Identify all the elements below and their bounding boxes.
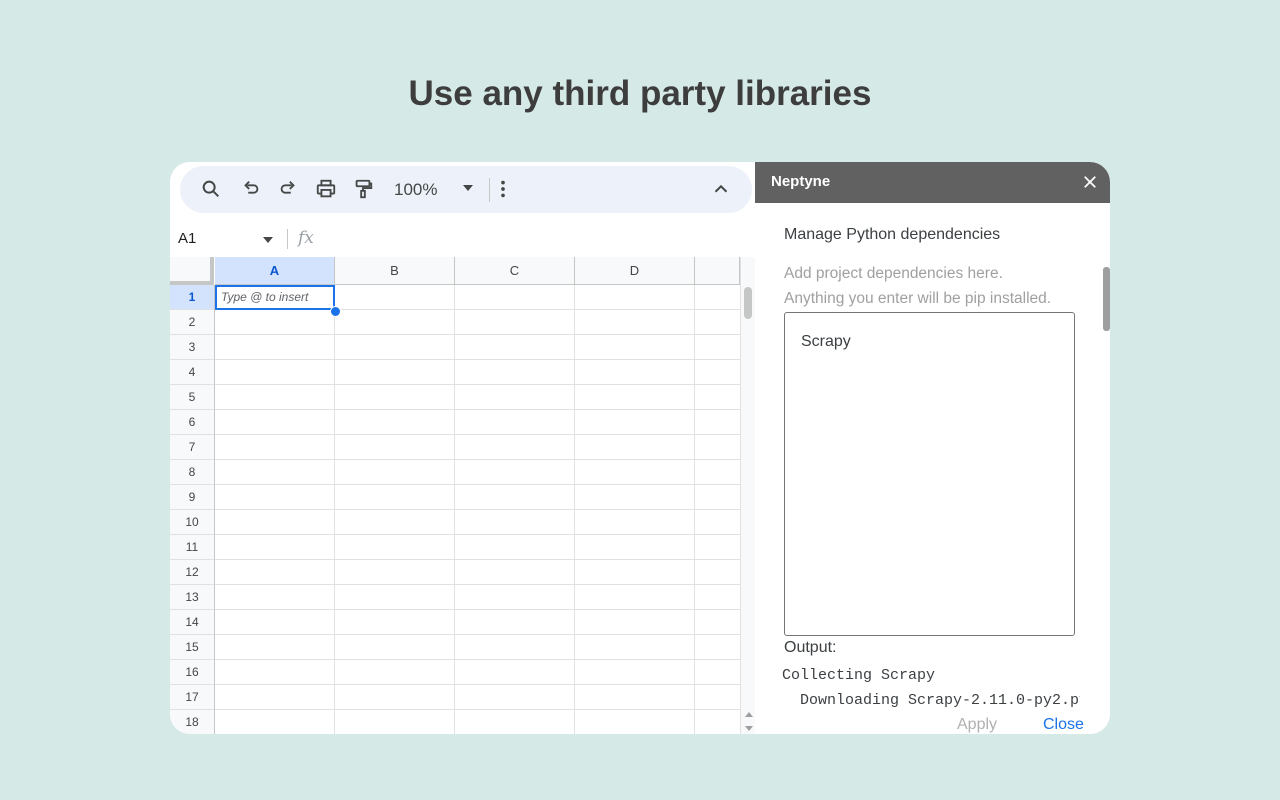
grid-line <box>215 684 740 685</box>
close-button[interactable]: Close <box>1043 716 1084 734</box>
redo-icon[interactable] <box>277 178 299 200</box>
app-window: 100% A1 fx A B C D 1 2 3 4 5 6 7 8 9 10 11 12 13 14 15 16 17… <box>170 162 1110 734</box>
scrollbar-thumb[interactable] <box>744 287 752 319</box>
row-header[interactable]: 8 <box>170 460 215 485</box>
column-header-d[interactable]: D <box>575 257 695 285</box>
output-line: Downloading Scrapy-2.11.0-py2.py3-none-a… <box>800 692 1080 709</box>
row-header[interactable]: 16 <box>170 660 215 685</box>
grid-line <box>215 384 740 385</box>
grid-line <box>215 459 740 460</box>
grid-line <box>215 634 740 635</box>
close-icon[interactable] <box>1081 173 1099 191</box>
row-header[interactable]: 9 <box>170 485 215 510</box>
zoom-dropdown-icon[interactable] <box>463 185 473 191</box>
fill-handle[interactable] <box>330 306 341 317</box>
grid-line <box>454 285 455 734</box>
sidebar-header: Neptyne <box>755 162 1110 203</box>
name-box-dropdown-icon[interactable] <box>263 237 273 243</box>
row-header[interactable]: 14 <box>170 610 215 635</box>
select-all-corner[interactable] <box>170 257 214 285</box>
grid-line <box>334 285 335 734</box>
row-header[interactable]: 11 <box>170 535 215 560</box>
spreadsheet: 100% A1 fx A B C D 1 2 3 4 5 6 7 8 9 10 11 12 13 14 15 16 17… <box>170 162 755 734</box>
row-header[interactable]: 13 <box>170 585 215 610</box>
apply-button[interactable]: Apply <box>957 716 997 734</box>
grid-line <box>215 434 740 435</box>
sidebar-scrollbar-thumb[interactable] <box>1103 267 1110 331</box>
more-vert-icon[interactable] <box>492 178 514 200</box>
column-header-b[interactable]: B <box>335 257 455 285</box>
row-header[interactable]: 12 <box>170 560 215 585</box>
paint-format-icon[interactable] <box>352 178 374 200</box>
search-icon[interactable] <box>200 178 222 200</box>
grid-line <box>694 285 695 734</box>
row-header[interactable]: 2 <box>170 310 215 335</box>
column-header-c[interactable]: C <box>455 257 575 285</box>
grid-line <box>574 285 575 734</box>
row-header[interactable]: 17 <box>170 685 215 710</box>
output-line: Collecting Scrapy <box>782 667 936 684</box>
row-header[interactable]: 10 <box>170 510 215 535</box>
name-box[interactable]: A1 <box>178 230 196 247</box>
row-header[interactable]: 15 <box>170 635 215 660</box>
dependencies-textarea[interactable]: Scrapy <box>784 312 1075 636</box>
output-log: Collecting Scrapy Downloading Scrapy-2.1… <box>782 663 1080 713</box>
neptyne-sidebar: Neptyne Manage Python dependencies Add p… <box>755 162 1110 734</box>
sidebar-title: Neptyne <box>771 173 831 190</box>
grid-line <box>215 659 740 660</box>
dependencies-heading: Manage Python dependencies <box>784 226 1001 243</box>
row-header[interactable]: 7 <box>170 435 215 460</box>
row-header[interactable]: 4 <box>170 360 215 385</box>
sheet-vertical-scrollbar[interactable] <box>740 257 755 734</box>
toolbar-divider <box>489 178 490 202</box>
dependencies-hint-1: Add project dependencies here. <box>784 265 1003 282</box>
page-headline: Use any third party libraries <box>408 74 872 113</box>
column-header-a[interactable]: A <box>215 257 335 285</box>
zoom-level[interactable]: 100% <box>394 180 437 200</box>
chevron-up-icon[interactable] <box>710 178 732 200</box>
grid-line <box>215 509 740 510</box>
formula-bar: A1 fx <box>170 224 755 254</box>
row-header[interactable]: 5 <box>170 385 215 410</box>
toolbar: 100% <box>180 166 752 213</box>
undo-icon[interactable] <box>240 178 262 200</box>
row-header[interactable]: 3 <box>170 335 215 360</box>
row-header[interactable]: 1 <box>170 285 215 310</box>
grid-line <box>215 559 740 560</box>
grid-line <box>215 334 740 335</box>
cell-grid[interactable]: A B C D 1 2 3 4 5 6 7 8 9 10 11 12 13 14 15 16 17 18 Type @ to… <box>170 257 740 734</box>
grid-line <box>215 484 740 485</box>
output-label: Output: <box>784 639 837 656</box>
grid-line <box>215 359 740 360</box>
dependencies-hint-2: Anything you enter will be pip installed… <box>784 290 1052 307</box>
grid-line <box>215 534 740 535</box>
formula-divider <box>287 229 288 249</box>
fx-icon: fx <box>298 228 314 248</box>
grid-line <box>215 409 740 410</box>
grid-line <box>215 584 740 585</box>
column-header-e[interactable] <box>695 257 740 285</box>
grid-line <box>215 609 740 610</box>
active-cell-a1[interactable]: Type @ to insert <box>215 285 335 310</box>
scroll-down-arrow-icon[interactable] <box>745 726 753 731</box>
scroll-up-arrow-icon[interactable] <box>745 712 753 717</box>
row-header[interactable]: 18 <box>170 710 215 734</box>
grid-line <box>215 709 740 710</box>
print-icon[interactable] <box>315 178 337 200</box>
row-header[interactable]: 6 <box>170 410 215 435</box>
